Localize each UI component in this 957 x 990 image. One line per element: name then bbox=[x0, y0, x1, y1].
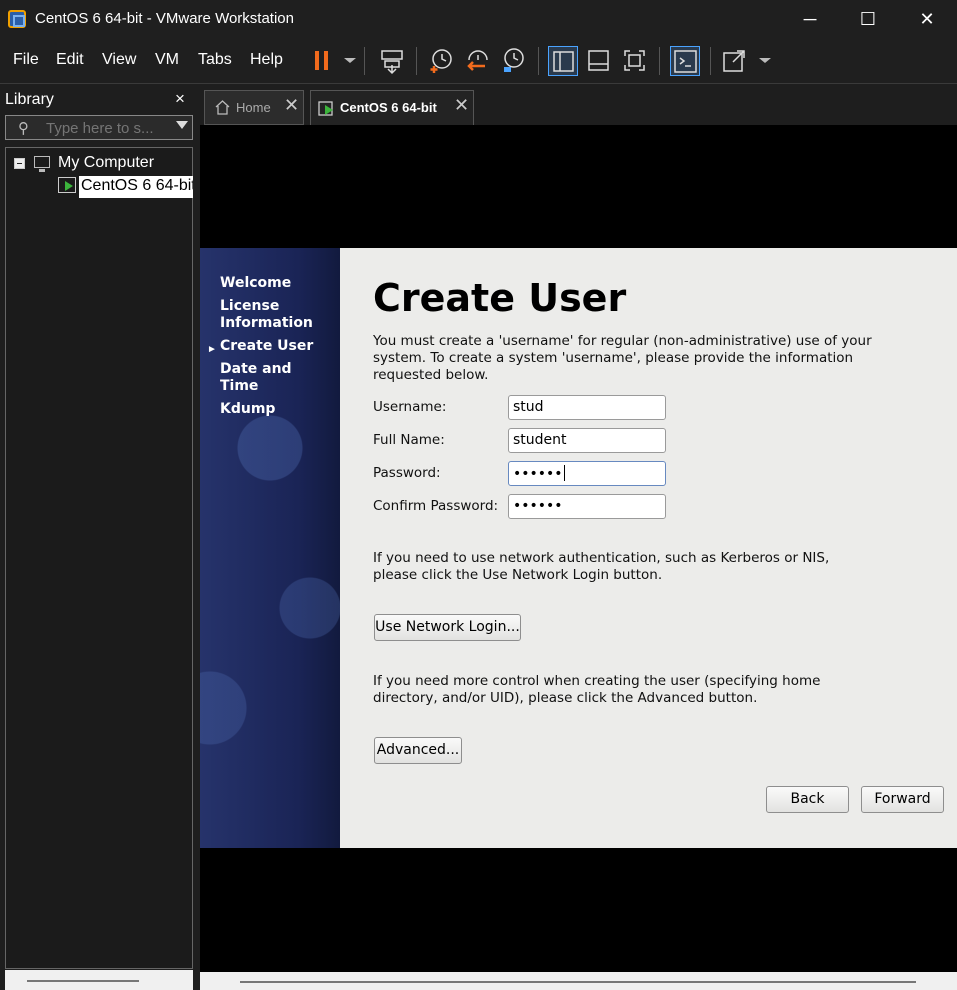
close-button[interactable]: ✕ bbox=[907, 6, 947, 32]
chevron-down-icon[interactable] bbox=[176, 121, 188, 129]
fullname-field[interactable]: student bbox=[508, 428, 666, 453]
network-login-text: If you need to use network authenticatio… bbox=[373, 550, 830, 583]
window-title: CentOS 6 64-bit - VMware Workstation bbox=[35, 10, 294, 27]
library-tree: My Computer CentOS 6 64-bit bbox=[5, 147, 193, 969]
vm-icon bbox=[58, 177, 76, 193]
password-label: Password: bbox=[373, 465, 441, 481]
chevron-down-icon[interactable] bbox=[335, 46, 356, 76]
intro-text: You must create a 'username' for regular… bbox=[373, 333, 872, 383]
menu-vm[interactable]: VM bbox=[155, 51, 179, 69]
tab-home-label: Home bbox=[236, 100, 271, 115]
collapse-icon[interactable] bbox=[14, 158, 25, 169]
installer-window: Welcome License Information ► Create Use… bbox=[200, 248, 957, 848]
step-kdump: Kdump bbox=[220, 401, 276, 417]
library-panel: Library × ⚲ My Computer CentOS 6 64-bit bbox=[0, 85, 198, 990]
library-search[interactable]: ⚲ bbox=[5, 115, 193, 140]
step-welcome: Welcome bbox=[220, 275, 292, 291]
step-license: License Information bbox=[220, 298, 313, 331]
tree-item-my-computer[interactable]: My Computer bbox=[58, 154, 154, 172]
step-create-user: Create User bbox=[220, 338, 314, 354]
tab-centos-close-icon[interactable]: ✕ bbox=[454, 95, 469, 116]
menu-help[interactable]: Help bbox=[250, 51, 283, 69]
text-caret bbox=[563, 465, 565, 481]
forward-button[interactable]: Forward bbox=[861, 786, 944, 813]
menu-tabs[interactable]: Tabs bbox=[198, 51, 232, 69]
library-close-button[interactable]: × bbox=[175, 89, 185, 109]
library-search-input[interactable] bbox=[46, 118, 166, 138]
password-value: •••••• bbox=[513, 466, 563, 482]
password-field[interactable]: •••••• bbox=[508, 461, 666, 486]
full-screen-icon[interactable] bbox=[720, 46, 750, 76]
menu-view[interactable]: View bbox=[102, 51, 136, 69]
tab-bar: Home ✕ CentOS 6 64-bit ✕ bbox=[200, 85, 957, 125]
page-title: Create User bbox=[373, 276, 627, 320]
show-library-icon[interactable] bbox=[548, 46, 578, 76]
menu-toolbar: File Edit View VM Tabs Help bbox=[0, 38, 957, 84]
maximize-button[interactable]: ☐ bbox=[848, 6, 888, 32]
revert-snapshot-icon[interactable] bbox=[463, 46, 493, 76]
confirm-password-field[interactable]: •••••• bbox=[508, 494, 666, 519]
confirm-password-label: Confirm Password: bbox=[373, 498, 499, 514]
console-view-icon[interactable] bbox=[670, 46, 700, 76]
thumbnail-bar-icon[interactable] bbox=[584, 46, 614, 76]
chevron-down-icon[interactable] bbox=[750, 46, 771, 76]
snapshot-icon[interactable] bbox=[426, 46, 456, 76]
advanced-button[interactable]: Advanced... bbox=[374, 737, 462, 764]
home-icon bbox=[215, 100, 230, 115]
current-step-marker-icon: ► bbox=[207, 344, 217, 355]
menu-edit[interactable]: Edit bbox=[56, 51, 84, 69]
fullname-label: Full Name: bbox=[373, 432, 445, 448]
fit-guest-icon[interactable] bbox=[620, 46, 650, 76]
tab-home[interactable]: Home ✕ bbox=[204, 90, 304, 125]
use-network-login-button[interactable]: Use Network Login... bbox=[374, 614, 521, 641]
installer-steps-sidebar: Welcome License Information ► Create Use… bbox=[200, 248, 340, 848]
tab-home-close-icon[interactable]: ✕ bbox=[284, 95, 299, 116]
minimize-button[interactable]: ─ bbox=[790, 6, 830, 32]
vm-play-icon bbox=[318, 101, 333, 116]
tree-item-centos[interactable]: CentOS 6 64-bit bbox=[79, 176, 193, 198]
snapshot-manager-icon[interactable] bbox=[499, 46, 529, 76]
library-title: Library bbox=[5, 91, 54, 108]
search-icon: ⚲ bbox=[18, 120, 29, 137]
title-bar: CentOS 6 64-bit - VMware Workstation ─ ☐… bbox=[0, 0, 957, 38]
username-field[interactable]: stud bbox=[508, 395, 666, 420]
username-label: Username: bbox=[373, 399, 447, 415]
library-scrollbar[interactable] bbox=[5, 970, 193, 990]
back-button[interactable]: Back bbox=[766, 786, 849, 813]
vmware-logo-icon bbox=[8, 10, 26, 28]
step-date-time: Date and Time bbox=[220, 361, 292, 394]
console-scrollbar[interactable] bbox=[200, 972, 957, 990]
advanced-text: If you need more control when creating t… bbox=[373, 673, 821, 706]
computer-icon bbox=[34, 156, 50, 172]
menu-file[interactable]: File bbox=[13, 51, 39, 69]
tab-centos[interactable]: CentOS 6 64-bit ✕ bbox=[310, 90, 474, 125]
pause-icon[interactable] bbox=[308, 46, 338, 76]
tab-centos-label: CentOS 6 64-bit bbox=[340, 100, 437, 115]
send-ctrl-alt-del-icon[interactable] bbox=[377, 46, 407, 76]
